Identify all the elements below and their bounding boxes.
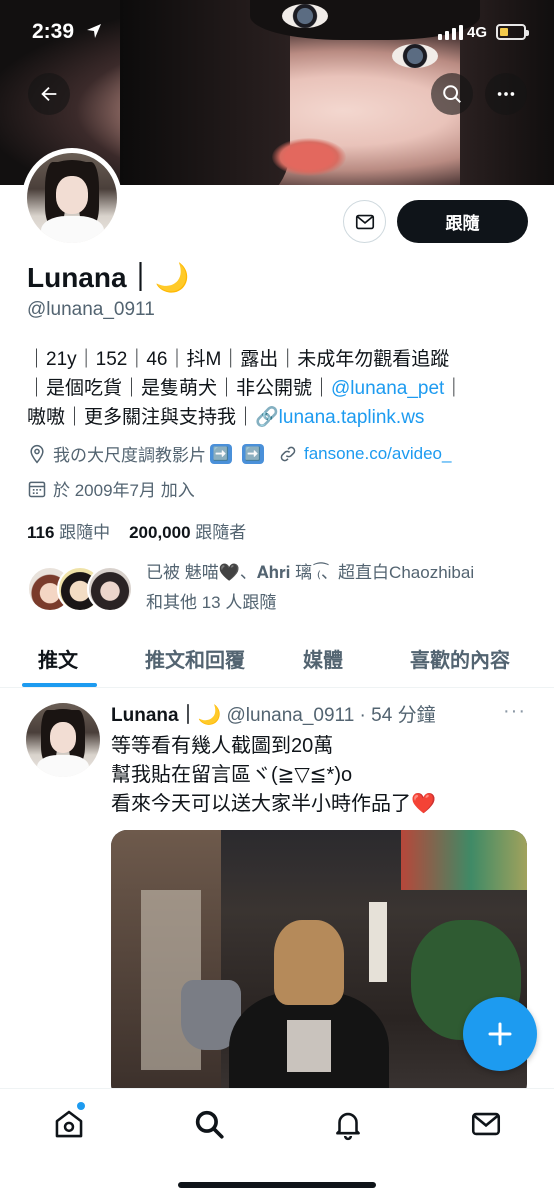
tweet-header: Lunana｜🌙 @lunana_0911 · 54 分鐘 (111, 700, 436, 727)
bell-icon (336, 1112, 360, 1141)
followed-by-avatars[interactable] (27, 566, 137, 614)
profile-bio: ｜21y｜152｜46｜抖M｜露出｜未成年勿觀看追蹤 ｜是個吃貨｜是隻萌犬｜非公… (27, 345, 527, 432)
home-indicator (178, 1182, 376, 1188)
nav-messages[interactable] (469, 1107, 503, 1141)
plus-icon (488, 1022, 512, 1046)
network-label: 4G (467, 24, 488, 41)
followed-by-text[interactable]: 已被 魅喵🖤、𝐀𝐡𝐫𝐢 璃 ₍͡、超直白Chaozhibai 和其他 13 人跟… (146, 558, 536, 618)
avatar (87, 566, 133, 612)
active-tab-indicator (22, 683, 97, 687)
battery-icon (496, 24, 529, 40)
bio-mention-link[interactable]: @lunana_pet (331, 378, 444, 399)
tweet-avatar[interactable] (26, 703, 100, 777)
follow-counts: 116 跟隨中 200,000 跟隨者 (27, 518, 246, 543)
user-handle: @lunana_0911 (27, 299, 155, 320)
more-horizontal-icon (497, 92, 515, 96)
signal-icon (438, 25, 463, 40)
search-button[interactable] (431, 73, 473, 115)
home-notification-dot (77, 1102, 85, 1110)
nav-search[interactable] (192, 1107, 226, 1141)
profile-tabs: 推文 推文和回覆 媒體 喜歡的內容 (0, 632, 554, 688)
arrow-right-emoji: ➡️ (242, 443, 264, 464)
more-button[interactable] (485, 73, 527, 115)
location-pin-icon (30, 444, 44, 463)
location-arrow-icon (87, 24, 101, 38)
tweet-handle-time: @lunana_0911 · 54 分鐘 (226, 705, 436, 726)
bio-line: ｜21y｜152｜46｜抖M｜露出｜未成年勿觀看追蹤 (27, 349, 450, 370)
tab-likes[interactable]: 喜歡的內容 (410, 644, 510, 673)
search-icon (195, 1110, 224, 1139)
bio-line: ｜是個吃貨｜是隻萌犬｜非公開號｜@lunana_pet｜ (27, 378, 464, 399)
arrow-right-emoji: ➡️ (210, 443, 232, 464)
calendar-icon (28, 481, 46, 497)
mail-icon (471, 1112, 501, 1136)
profile-meta-row: 我の大尺度調教影片 ➡️ ➡️ fansone.co/avideo_ (27, 441, 451, 466)
bio-url-link[interactable]: lunana.taplink.ws (279, 407, 425, 428)
nav-home[interactable] (52, 1107, 86, 1141)
follow-button[interactable]: 跟隨 (397, 200, 528, 243)
tweet-media-image[interactable] (111, 830, 527, 1100)
status-bar: 2:39 4G (0, 0, 554, 62)
mail-icon (355, 214, 374, 229)
search-icon (443, 85, 461, 103)
tweet-more-button[interactable]: ··· (503, 700, 526, 723)
nav-notifications[interactable] (331, 1107, 365, 1141)
arrow-left-icon (41, 86, 57, 102)
bio-line: 嗷嗷｜更多關注與支持我｜🔗lunana.taplink.ws (27, 407, 425, 428)
followers-link[interactable]: 200,000 跟隨者 (129, 523, 246, 542)
location-text: 我の大尺度調教影片 (53, 446, 206, 465)
home-icon (55, 1110, 83, 1138)
message-button[interactable] (343, 200, 386, 243)
joined-row: 於 2009年7月 加入 (27, 476, 195, 501)
website-link[interactable]: fansone.co/avideo_ (304, 444, 451, 464)
compose-tweet-button[interactable] (463, 997, 537, 1071)
status-time: 2:39 (32, 20, 75, 43)
back-button[interactable] (28, 73, 70, 115)
following-link[interactable]: 116 跟隨中 (27, 523, 110, 542)
profile-avatar[interactable] (22, 148, 122, 248)
tab-tweets[interactable]: 推文 (38, 644, 78, 673)
tab-tweets-and-replies[interactable]: 推文和回覆 (145, 644, 245, 673)
joined-date: 於 2009年7月 加入 (53, 481, 195, 500)
link-icon (280, 446, 296, 461)
tweet-author[interactable]: Lunana｜🌙 (111, 705, 221, 726)
tweet-text: 等等看有幾人截圖到20萬 幫我貼在留言區ヾ(≧▽≦*)o 看來今天可以送大家半小… (111, 735, 436, 815)
display-name: Lunana｜🌙 (27, 262, 190, 293)
tab-media[interactable]: 媒體 (303, 644, 343, 673)
